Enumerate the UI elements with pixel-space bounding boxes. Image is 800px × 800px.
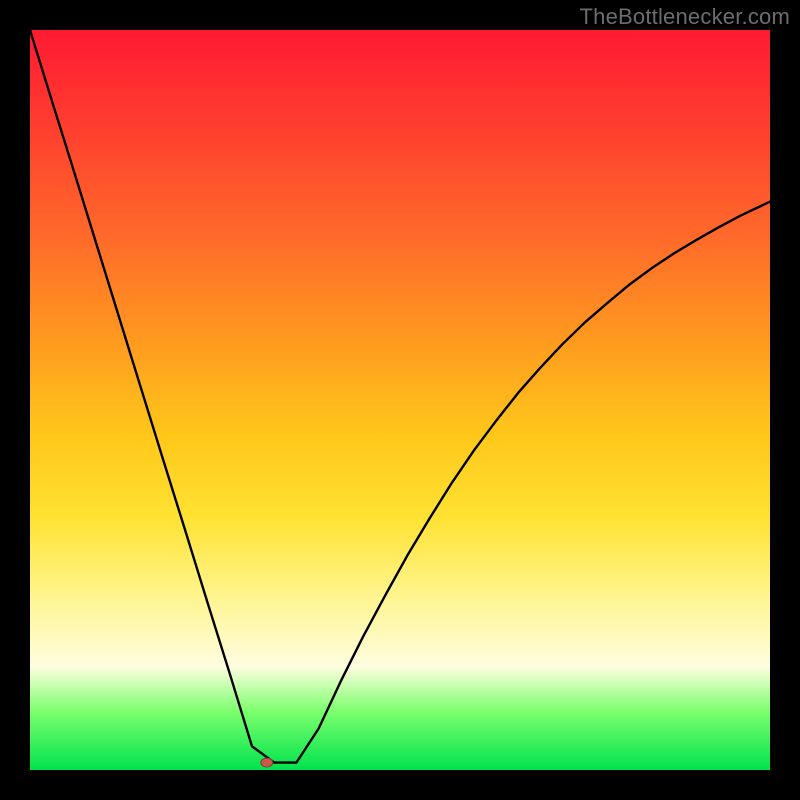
chart-stage: TheBottlenecker.com [0, 0, 800, 800]
plot-area [30, 30, 770, 770]
bottleneck-curve-path [30, 30, 770, 763]
min-point-marker [261, 758, 273, 767]
watermark-text: TheBottlenecker.com [580, 4, 790, 30]
bottleneck-curve-svg [30, 30, 770, 770]
